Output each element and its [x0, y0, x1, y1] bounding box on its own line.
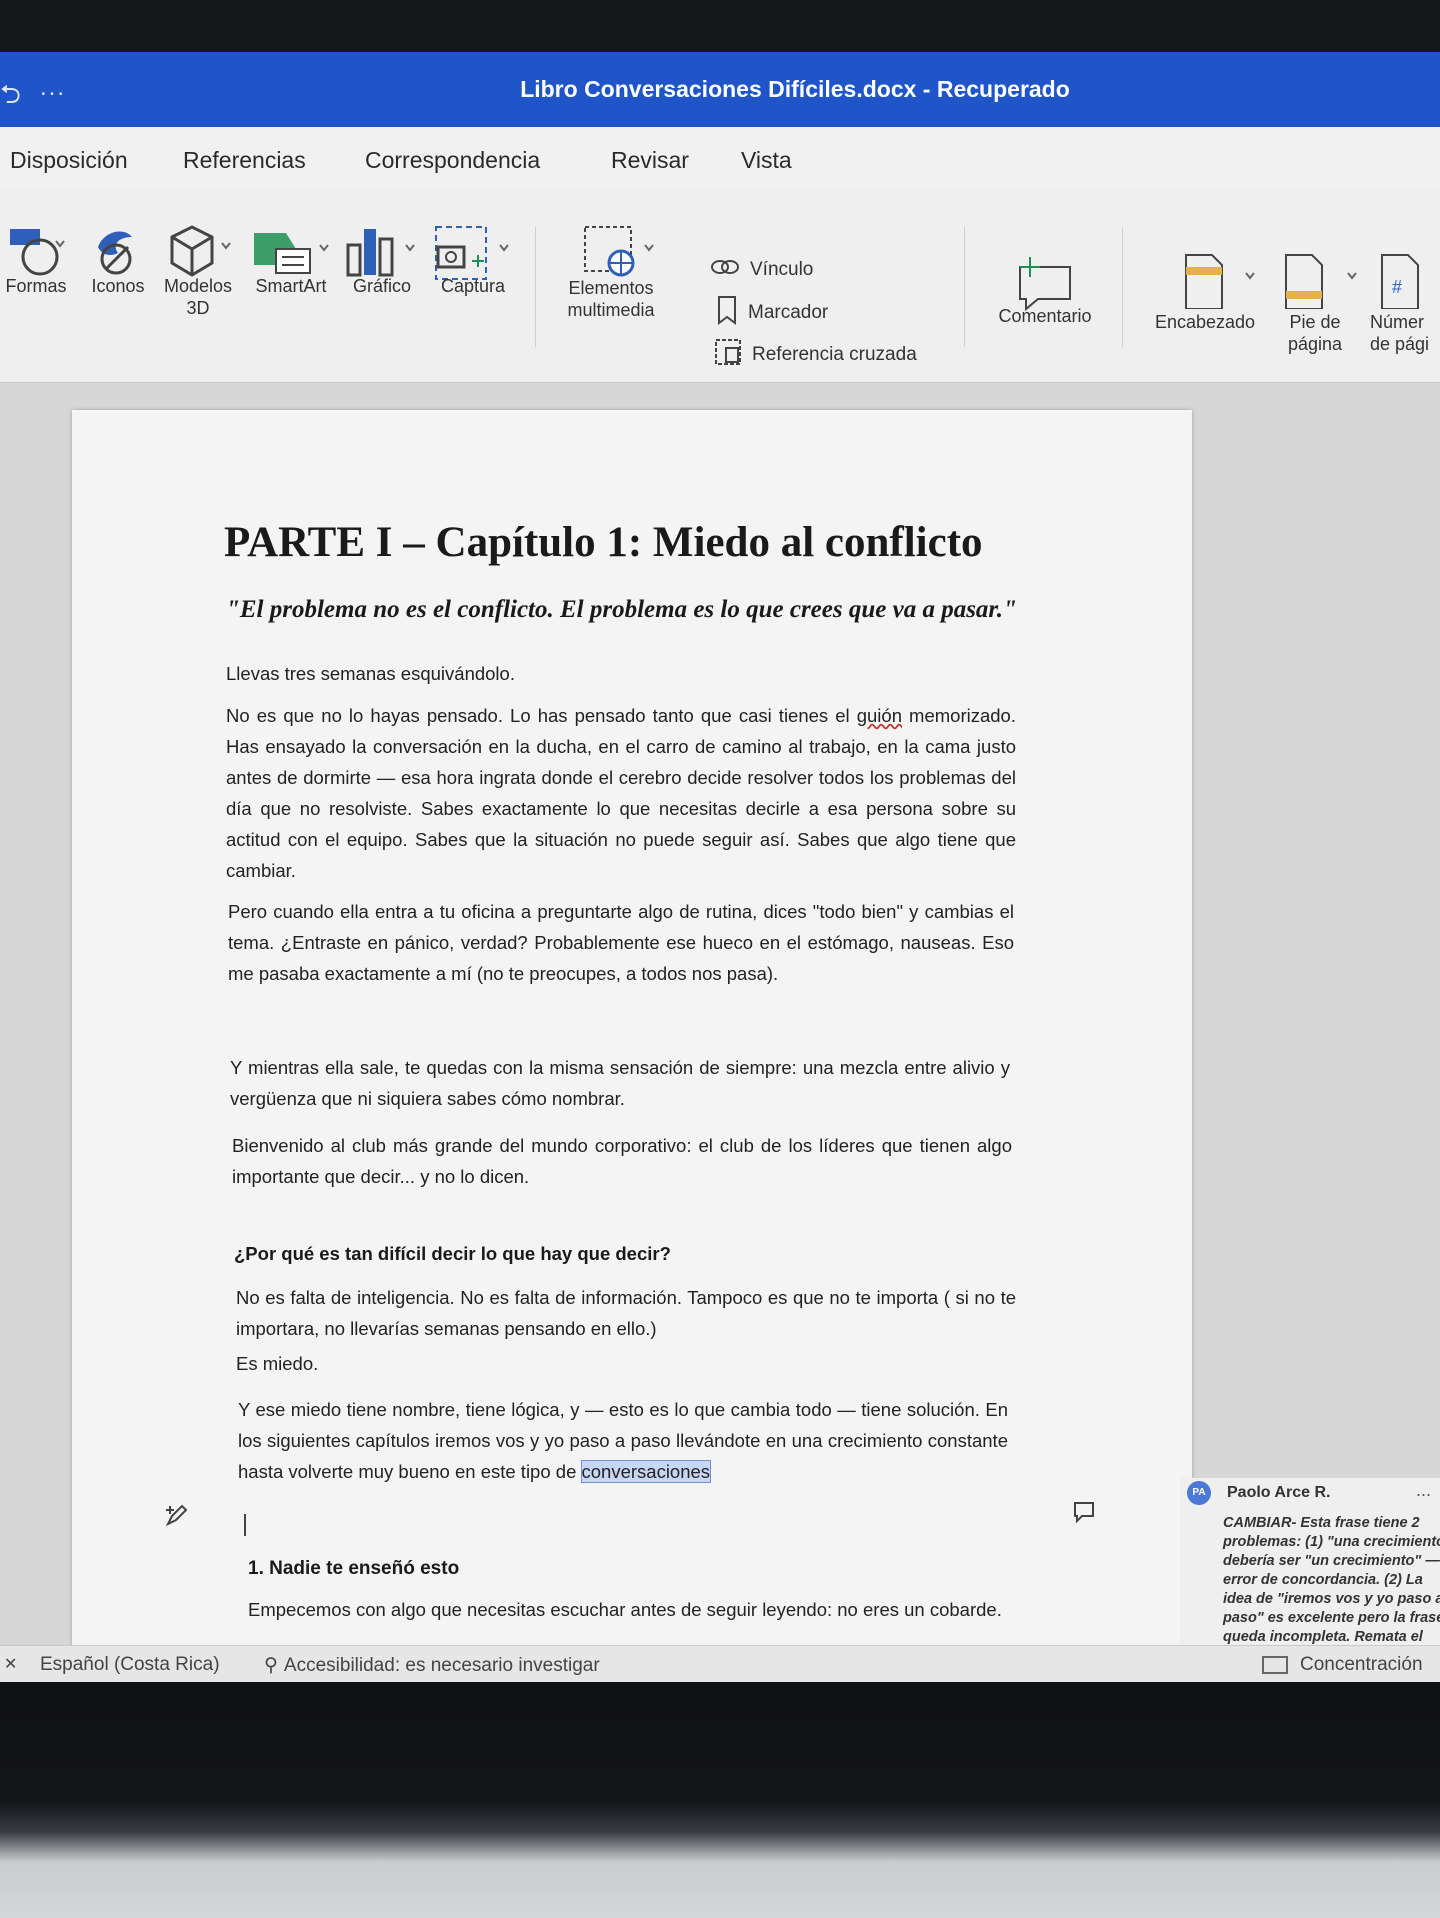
- more-icon[interactable]: ...: [1416, 1480, 1431, 1501]
- ribbon-insert: Formas Iconos Modelos 3D SmartArt Gráfic…: [0, 187, 1440, 383]
- paragraph: Llevas tres semanas esquivándolo.: [226, 663, 515, 684]
- language-status[interactable]: Español (Costa Rica): [40, 1654, 220, 1676]
- tab-review[interactable]: Revisar: [611, 147, 689, 174]
- paragraph: Y ese miedo tiene nombre, tiene lógica, …: [238, 1399, 1008, 1483]
- header-button[interactable]: Encabezado: [1140, 253, 1270, 333]
- 3d-models-button[interactable]: Modelos 3D: [156, 223, 240, 319]
- text-cursor: [244, 1514, 246, 1536]
- link-button[interactable]: Vínculo: [710, 256, 813, 284]
- page-number-button[interactable]: # Númer de pági: [1360, 253, 1440, 355]
- tab-references[interactable]: Referencias: [183, 147, 306, 174]
- shapes-button[interactable]: Formas: [0, 223, 72, 297]
- accessibility-status[interactable]: ⚲ Accesibilidad: es necesario investigar: [264, 1654, 600, 1677]
- smartart-button[interactable]: SmartArt: [246, 223, 336, 297]
- link-icon: [710, 256, 740, 284]
- footer-icon: [1285, 254, 1357, 309]
- paragraph: Y mientras ella sale, te quedas con la m…: [230, 1057, 1010, 1109]
- footer-button[interactable]: Pie de página: [1270, 253, 1360, 355]
- paragraph: Empecemos con algo que necesitas escucha…: [248, 1599, 1002, 1620]
- status-bar: ✕ Español (Costa Rica) ⚲ Accesibilidad: e…: [0, 1645, 1440, 1682]
- camera-icon: [435, 226, 509, 280]
- focus-icon: [1262, 1655, 1288, 1674]
- section-subheading: ¿Por qué es tan difícil decir lo que hay…: [234, 1243, 671, 1264]
- close-icon[interactable]: ✕: [4, 1654, 17, 1674]
- title-bar: ⮌ ... Libro Conversaciones Difíciles.doc…: [0, 52, 1440, 127]
- chart-button[interactable]: Gráfico: [342, 223, 422, 297]
- multimedia-button[interactable]: Elementos multimedia: [552, 223, 670, 321]
- avatar: PA: [1187, 1481, 1211, 1505]
- word-window: ⮌ ... Libro Conversaciones Difíciles.doc…: [0, 52, 1440, 1682]
- comment-author: Paolo Arce R.: [1227, 1484, 1331, 1501]
- bar-chart-icon: [346, 229, 415, 277]
- epigraph-quote: "El problema no es el conflicto. El prob…: [226, 596, 1017, 623]
- tab-mailings[interactable]: Correspondencia: [365, 147, 540, 174]
- document-title: Libro Conversaciones Difíciles.docx - Re…: [520, 76, 1070, 102]
- paragraph: No es que no lo hayas pensado. Lo has pe…: [226, 705, 1016, 881]
- document-workspace[interactable]: PARTE I – Capítulo 1: Miedo al conflicto…: [0, 383, 1440, 1682]
- section-subheading: 1. Nadie te enseñó esto: [248, 1558, 460, 1579]
- spelling-error[interactable]: guión: [857, 705, 902, 726]
- ribbon-separator: [1122, 227, 1123, 347]
- accessibility-icon: ⚲: [264, 1655, 278, 1676]
- chapter-heading: PARTE I – Capítulo 1: Miedo al conflicto: [224, 519, 983, 566]
- icons-icon: [98, 231, 132, 275]
- focus-mode-button[interactable]: Concentración: [1262, 1654, 1423, 1676]
- comment-button[interactable]: Comentario: [980, 257, 1110, 327]
- cross-reference-button[interactable]: Referencia cruzada: [714, 338, 917, 372]
- tab-layout[interactable]: Disposición: [10, 147, 128, 174]
- svg-text:#: #: [1392, 277, 1402, 297]
- paragraph: Es miedo.: [236, 1353, 319, 1374]
- paragraph: No es falta de inteligencia. No es falta…: [236, 1287, 1016, 1339]
- ribbon-separator: [964, 227, 965, 347]
- smartart-icon: [254, 233, 329, 274]
- monitor-bezel: [0, 1682, 1440, 1918]
- tab-view[interactable]: Vista: [741, 147, 792, 174]
- paragraph: Bienvenido al club más grande del mundo …: [232, 1135, 1012, 1187]
- pen-icon[interactable]: [164, 1502, 190, 1528]
- selected-text[interactable]: conversaciones: [580, 1460, 712, 1483]
- paragraph: Pero cuando ella entra a tu oficina a pr…: [228, 901, 1014, 984]
- media-icon: [584, 226, 654, 277]
- icons-button[interactable]: Iconos: [82, 223, 154, 297]
- bookmark-button[interactable]: Marcador: [716, 295, 828, 331]
- comment-marker-icon[interactable]: [1072, 1500, 1096, 1524]
- ribbon-tabs: Disposición Referencias Correspondencia …: [0, 127, 1440, 187]
- screenshot-button[interactable]: Captura: [428, 223, 518, 297]
- cube-icon: [170, 225, 231, 277]
- header-icon: [1185, 254, 1255, 309]
- page-number-icon: #: [1381, 254, 1419, 309]
- cross-reference-icon: [714, 338, 742, 372]
- bookmark-icon: [716, 295, 738, 331]
- ribbon-separator: [535, 227, 536, 347]
- document-page[interactable]: PARTE I – Capítulo 1: Miedo al conflicto…: [72, 410, 1192, 1682]
- shapes-icon: [10, 229, 65, 276]
